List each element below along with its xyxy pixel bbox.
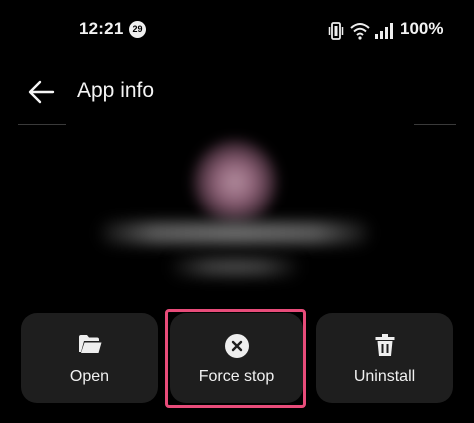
divider-right (414, 124, 456, 125)
folder-open-icon (77, 333, 103, 360)
force-stop-button[interactable]: Force stop (170, 313, 303, 403)
notification-badge: 29 (129, 21, 146, 38)
back-button[interactable] (26, 78, 56, 106)
arrow-left-icon (28, 80, 55, 104)
divider-left (18, 124, 66, 125)
app-info-screen: 12:21 29 100% App info Open Force stop U… (0, 0, 474, 423)
battery-percent: 100% (400, 19, 444, 38)
app-icon (193, 140, 277, 224)
signal-icon (375, 23, 393, 39)
uninstall-label: Uninstall (353, 368, 416, 385)
wifi-icon (350, 23, 370, 40)
force-stop-label: Force stop (198, 368, 275, 385)
open-button[interactable]: Open (21, 313, 158, 403)
app-subtitle-redacted (170, 258, 300, 276)
open-label: Open (69, 368, 110, 385)
trash-icon (374, 333, 396, 362)
close-circle-icon (224, 333, 250, 364)
vibrate-icon (328, 22, 344, 40)
status-time: 12:21 (79, 19, 124, 38)
status-bar: 12:21 29 100% (0, 0, 474, 60)
app-name-redacted (100, 222, 370, 244)
page-title: App info (77, 79, 155, 102)
uninstall-button[interactable]: Uninstall (316, 313, 453, 403)
